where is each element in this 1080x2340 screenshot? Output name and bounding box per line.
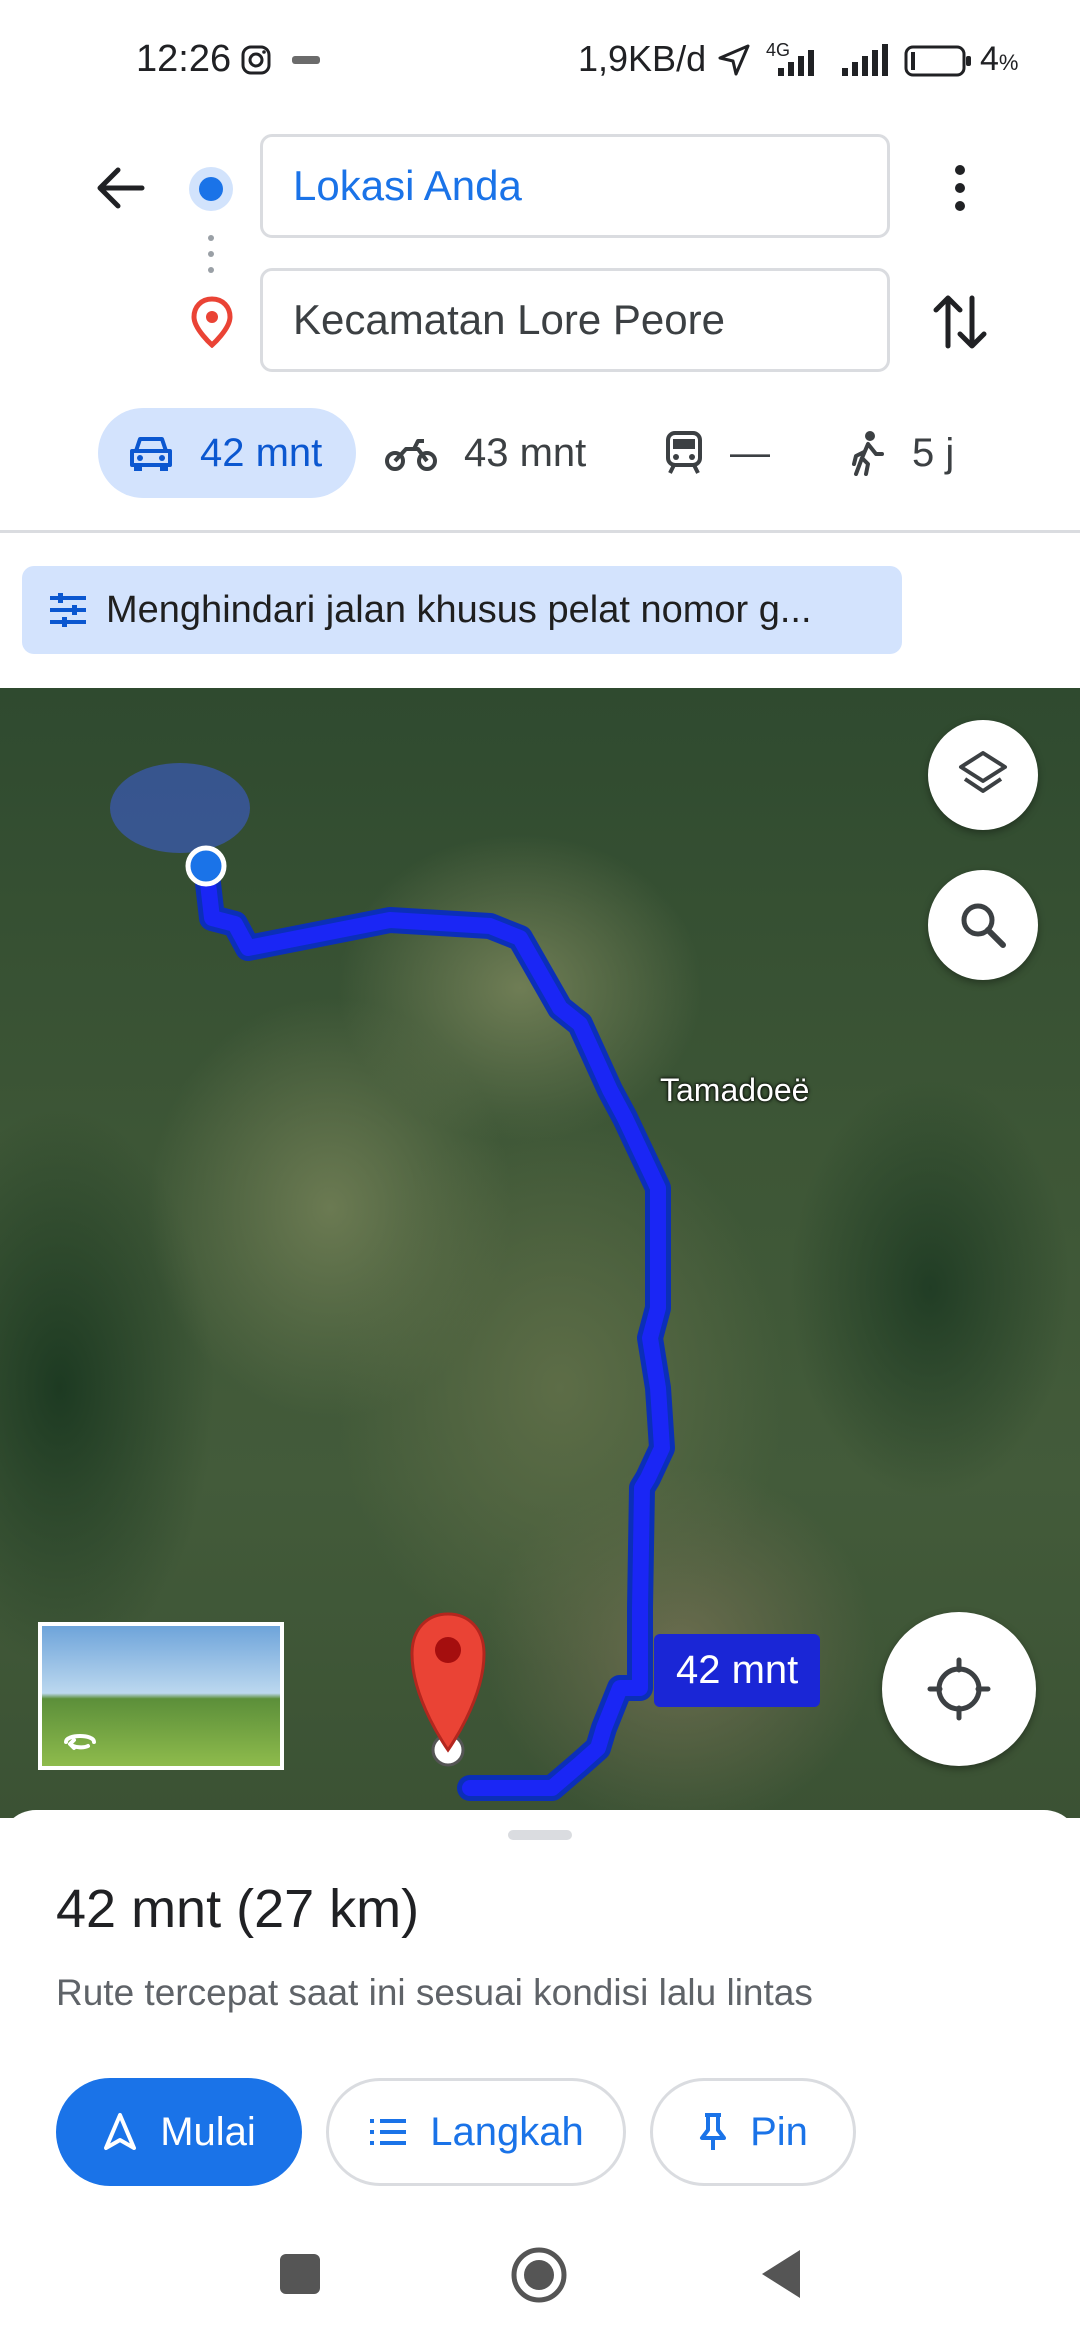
destination-marker	[410, 1612, 486, 1753]
layers-icon	[959, 751, 1007, 793]
signal-icon	[842, 44, 888, 76]
recents-icon[interactable]	[278, 2252, 322, 2296]
sheet-handle[interactable]	[508, 1830, 572, 1840]
start-label: Mulai	[160, 2109, 256, 2154]
pin-icon	[698, 2112, 728, 2152]
origin-input[interactable]: Lokasi Anda	[260, 134, 890, 238]
status-time: 12:26	[136, 38, 232, 80]
street-view-icon	[64, 1734, 96, 1750]
signal-icon	[778, 50, 814, 76]
divider	[0, 530, 1080, 533]
route-dots-icon	[208, 235, 214, 273]
mode-transit[interactable]: —	[664, 408, 770, 498]
instagram-icon	[241, 45, 271, 75]
mode-walking-time: 5 j	[912, 430, 955, 475]
pin-label: Pin	[750, 2109, 808, 2154]
layers-button[interactable]	[928, 720, 1038, 830]
place-label: Tamadoeë	[660, 1072, 810, 1108]
network-speed: 1,9KB/d	[578, 38, 707, 79]
list-icon	[368, 2117, 408, 2147]
route-eta-label[interactable]: 42 mnt	[654, 1634, 821, 1707]
battery-level: 4%	[980, 40, 1019, 78]
status-bar: 12:26 1,9KB/d 4G 4%	[0, 0, 1080, 120]
search-icon	[961, 903, 1006, 948]
route-options-chip[interactable]: Menghindari jalan khusus pelat nomor g..…	[22, 566, 902, 654]
search-map-button[interactable]	[928, 870, 1038, 980]
origin-marker	[185, 845, 227, 887]
steps-label: Langkah	[430, 2109, 584, 2154]
transit-icon	[664, 431, 704, 475]
mode-motorcycle-time: 43 mnt	[464, 430, 587, 475]
home-icon[interactable]	[510, 2246, 568, 2304]
origin-dot-icon	[189, 167, 233, 211]
more-options-icon[interactable]	[940, 160, 980, 216]
back-icon[interactable]	[758, 2248, 804, 2300]
route-description: Rute tercepat saat ini sesuai kondisi la…	[56, 1972, 813, 2013]
map-view[interactable]: Tamadoeë 42 mnt	[0, 688, 1080, 1818]
route-options-label: Menghindari jalan khusus pelat nomor g..…	[106, 588, 812, 631]
my-location-icon	[927, 1657, 991, 1721]
tune-icon	[50, 593, 86, 627]
swap-icon[interactable]	[930, 290, 990, 354]
my-location-button[interactable]	[882, 1612, 1036, 1766]
pin-button[interactable]: Pin	[650, 2078, 856, 2186]
system-nav-bar	[0, 2220, 1080, 2340]
start-button[interactable]: Mulai	[56, 2078, 302, 2186]
motorcycle-icon	[384, 433, 438, 473]
mode-driving-time: 42 mnt	[200, 430, 323, 475]
mode-driving[interactable]: 42 mnt	[98, 408, 357, 498]
route-summary: 42 mnt (27 km)	[56, 1879, 420, 1939]
destination-input[interactable]: Kecamatan Lore Peore	[260, 268, 890, 372]
street-view-thumbnail[interactable]	[38, 1622, 284, 1770]
notification-icon	[292, 56, 320, 64]
navigation-icon	[102, 2112, 138, 2152]
location-arrow-icon	[718, 44, 750, 76]
battery-icon	[904, 45, 971, 77]
back-arrow-icon[interactable]	[92, 160, 148, 216]
car-icon	[128, 433, 174, 473]
mode-walking[interactable]: 5 j	[850, 408, 954, 498]
walk-icon	[850, 430, 886, 476]
mode-motorcycle[interactable]: 43 mnt	[384, 408, 586, 498]
mode-transit-time: —	[730, 430, 770, 475]
steps-button[interactable]: Langkah	[326, 2078, 626, 2186]
destination-pin-icon	[191, 296, 233, 348]
